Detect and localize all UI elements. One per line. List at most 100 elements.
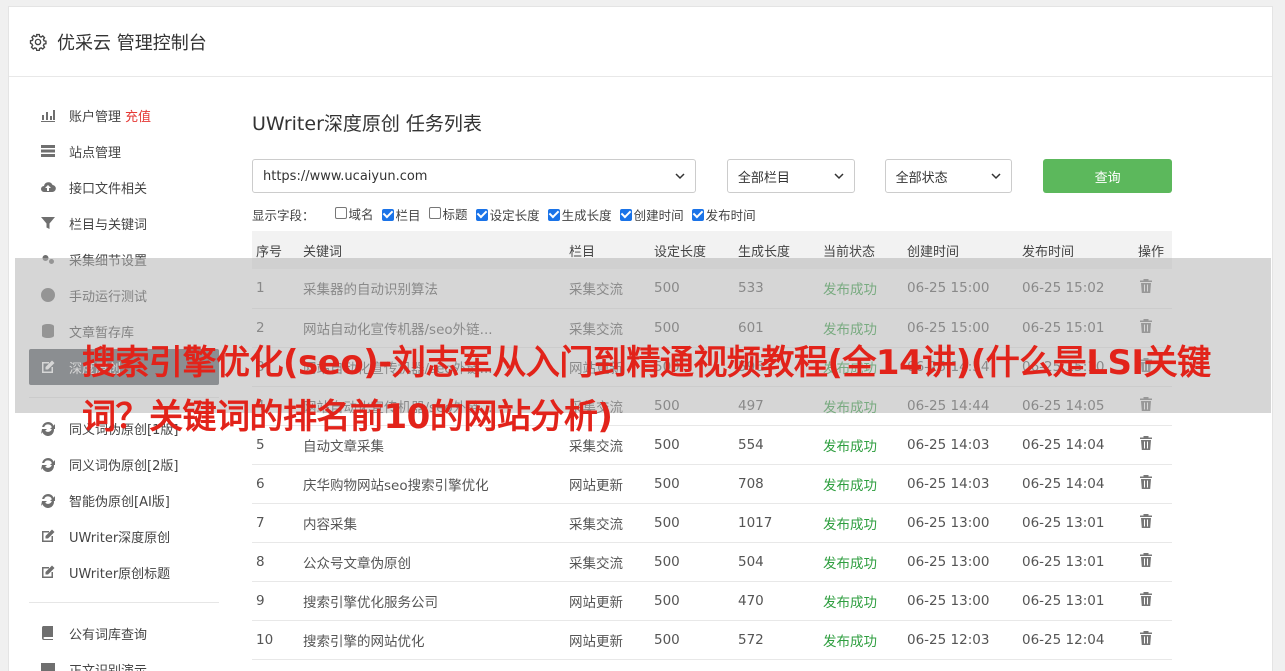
field-checkbox-label: 设定长度 (489, 208, 540, 224)
table-cell: 06-25 13:01 (1018, 542, 1134, 582)
field-checkbox[interactable]: 标题 (428, 204, 468, 223)
field-checkbox-label: 创建时间 (633, 208, 684, 224)
status-select[interactable]: 全部状态 (884, 159, 1013, 193)
delete-button[interactable] (1134, 542, 1172, 582)
table-cell: 1017 (734, 503, 819, 543)
table-cell: 500 (650, 464, 734, 504)
table-cell: 发布成功 (819, 464, 903, 504)
table-cell: 572 (734, 620, 819, 660)
table-cell: 06-25 13:00 (903, 542, 1018, 582)
book-icon (39, 624, 57, 642)
sidebar-item[interactable]: 接口文件相关 (29, 169, 219, 205)
table-cell: 发布成功 (819, 620, 903, 660)
table-cell: 采集交流 (565, 542, 650, 582)
checkbox-checked[interactable] (619, 208, 632, 221)
sidebar-item[interactable]: UWriter深度原创 (29, 518, 219, 554)
table-cell: 470 (734, 581, 819, 621)
server-icon (39, 142, 57, 160)
checkbox-unchecked[interactable] (334, 207, 347, 220)
table-cell: 发布成功 (819, 581, 903, 621)
filter-row: https://www.ucaiyun.com 全部栏目 全部状态 查询 (252, 159, 1172, 193)
trash-icon (1140, 591, 1152, 606)
field-checkbox[interactable]: 发布时间 (691, 205, 756, 224)
table-cell: 06-25 13:01 (1018, 503, 1134, 543)
table-cell: 500 (650, 503, 734, 543)
field-checkbox-label: 标题 (442, 206, 468, 222)
table-cell: 500 (650, 581, 734, 621)
delete-button[interactable] (1134, 581, 1172, 621)
top-bar: 优采云 管理控制台 (9, 7, 1272, 77)
sidebar-item-label: UWriter原创标题 (69, 566, 171, 582)
refresh-icon (39, 491, 57, 509)
table-cell: 庆华购物网站seo搜索引擎优化 (299, 464, 565, 504)
refresh-icon (39, 419, 57, 437)
site-select-value: https://www.ucaiyun.com (263, 168, 428, 184)
sidebar-item-label: 站点管理 (69, 145, 122, 161)
query-button[interactable]: 查询 (1043, 159, 1172, 193)
page-title: UWriter深度原创 任务列表 (252, 113, 482, 135)
table-cell: 500 (650, 542, 734, 582)
table-cell: 搜索引擎优化服务公司 (299, 581, 565, 621)
table-cell: 9 (252, 581, 299, 621)
table-cell: 网站更新 (565, 620, 650, 660)
chevron-down-icon (991, 173, 1001, 180)
gear-icon (29, 33, 47, 51)
table-row: 6 庆华购物网站seo搜索引擎优化 网站更新 500 708 发布成功 06-25 14:0… (252, 464, 1172, 504)
cloud-upload-icon (39, 178, 57, 196)
table-cell: 发布成功 (819, 542, 903, 582)
sidebar-item-label: 正文识别演示 (69, 663, 148, 671)
table-cell: 10 (252, 620, 299, 660)
sidebar-item[interactable]: 智能伪原创[AI版] (29, 482, 219, 518)
checkbox-checked[interactable] (691, 208, 704, 221)
table-cell: 06-25 12:03 (903, 620, 1018, 660)
site-select[interactable]: https://www.ucaiyun.com (252, 159, 696, 193)
delete-button[interactable] (1134, 620, 1172, 660)
field-checkbox[interactable]: 设定长度 (475, 205, 540, 224)
table-cell: 内容采集 (299, 503, 565, 543)
edit-icon (39, 563, 57, 581)
trash-icon (1140, 552, 1152, 567)
sidebar-item-label: 智能伪原创[AI版] (69, 494, 170, 510)
checkbox-checked[interactable] (381, 208, 394, 221)
delete-button[interactable] (1134, 503, 1172, 543)
sidebar-item-label: 栏目与关键词 (69, 217, 148, 233)
sidebar-item[interactable]: 公有词库查询 (29, 615, 219, 651)
field-checkbox-label: 发布时间 (705, 208, 756, 224)
table-row: 9 搜索引擎优化服务公司 网站更新 500 470 发布成功 06-25 13:00 06-2… (252, 581, 1172, 621)
sidebar-item-label: 接口文件相关 (69, 181, 148, 197)
overlay-headline: 搜索引擎优化(seo)-刘志军从入门到精通视频教程(全14讲)(什么是LSI关键… (82, 343, 1211, 437)
delete-button[interactable] (1134, 464, 1172, 504)
recharge-link[interactable]: 充值 (125, 106, 151, 125)
table-cell: 06-25 13:00 (903, 581, 1018, 621)
column-select[interactable]: 全部栏目 (726, 159, 855, 193)
table-cell: 发布成功 (819, 503, 903, 543)
field-checkbox-label: 生成长度 (561, 208, 612, 224)
sidebar-item[interactable]: 栏目与关键词 (29, 205, 219, 241)
sidebar-item[interactable]: 站点管理 (29, 133, 219, 169)
chevron-down-icon (834, 173, 844, 180)
sidebar-item-label: 公有词库查询 (69, 627, 148, 643)
table-row: 8 公众号文章伪原创 采集交流 500 504 发布成功 06-25 13:00 06-25 … (252, 542, 1172, 582)
sidebar-item[interactable]: 账户管理 充值 (29, 97, 219, 133)
sidebar-item[interactable]: 正文识别演示 (29, 651, 219, 671)
field-checkbox[interactable]: 创建时间 (619, 205, 684, 224)
table-cell: 06-25 13:01 (1018, 581, 1134, 621)
status-select-value: 全部状态 (895, 170, 948, 186)
field-checkbox-label: 域名 (348, 206, 374, 222)
table-cell: 网站更新 (565, 581, 650, 621)
sidebar-item-label: UWriter深度原创 (69, 530, 171, 546)
table-cell: 网站更新 (565, 464, 650, 504)
field-checkbox[interactable]: 生成长度 (547, 205, 612, 224)
sidebar-item[interactable]: 同义词伪原创[2版] (29, 446, 219, 482)
table-cell: 搜索引擎的网站优化 (299, 620, 565, 660)
column-select-value: 全部栏目 (737, 170, 790, 186)
checkbox-checked[interactable] (475, 208, 488, 221)
field-checkbox[interactable]: 栏目 (381, 205, 421, 224)
checkbox-checked[interactable] (547, 208, 560, 221)
table-cell: 06-25 12:04 (1018, 620, 1134, 660)
checkbox-unchecked[interactable] (428, 207, 441, 220)
table-row: 7 内容采集 采集交流 500 1017 发布成功 06-25 13:00 06-25 13:… (252, 503, 1172, 543)
field-checkbox[interactable]: 域名 (334, 204, 374, 223)
table-cell: 504 (734, 542, 819, 582)
sidebar-item[interactable]: UWriter原创标题 (29, 554, 219, 590)
